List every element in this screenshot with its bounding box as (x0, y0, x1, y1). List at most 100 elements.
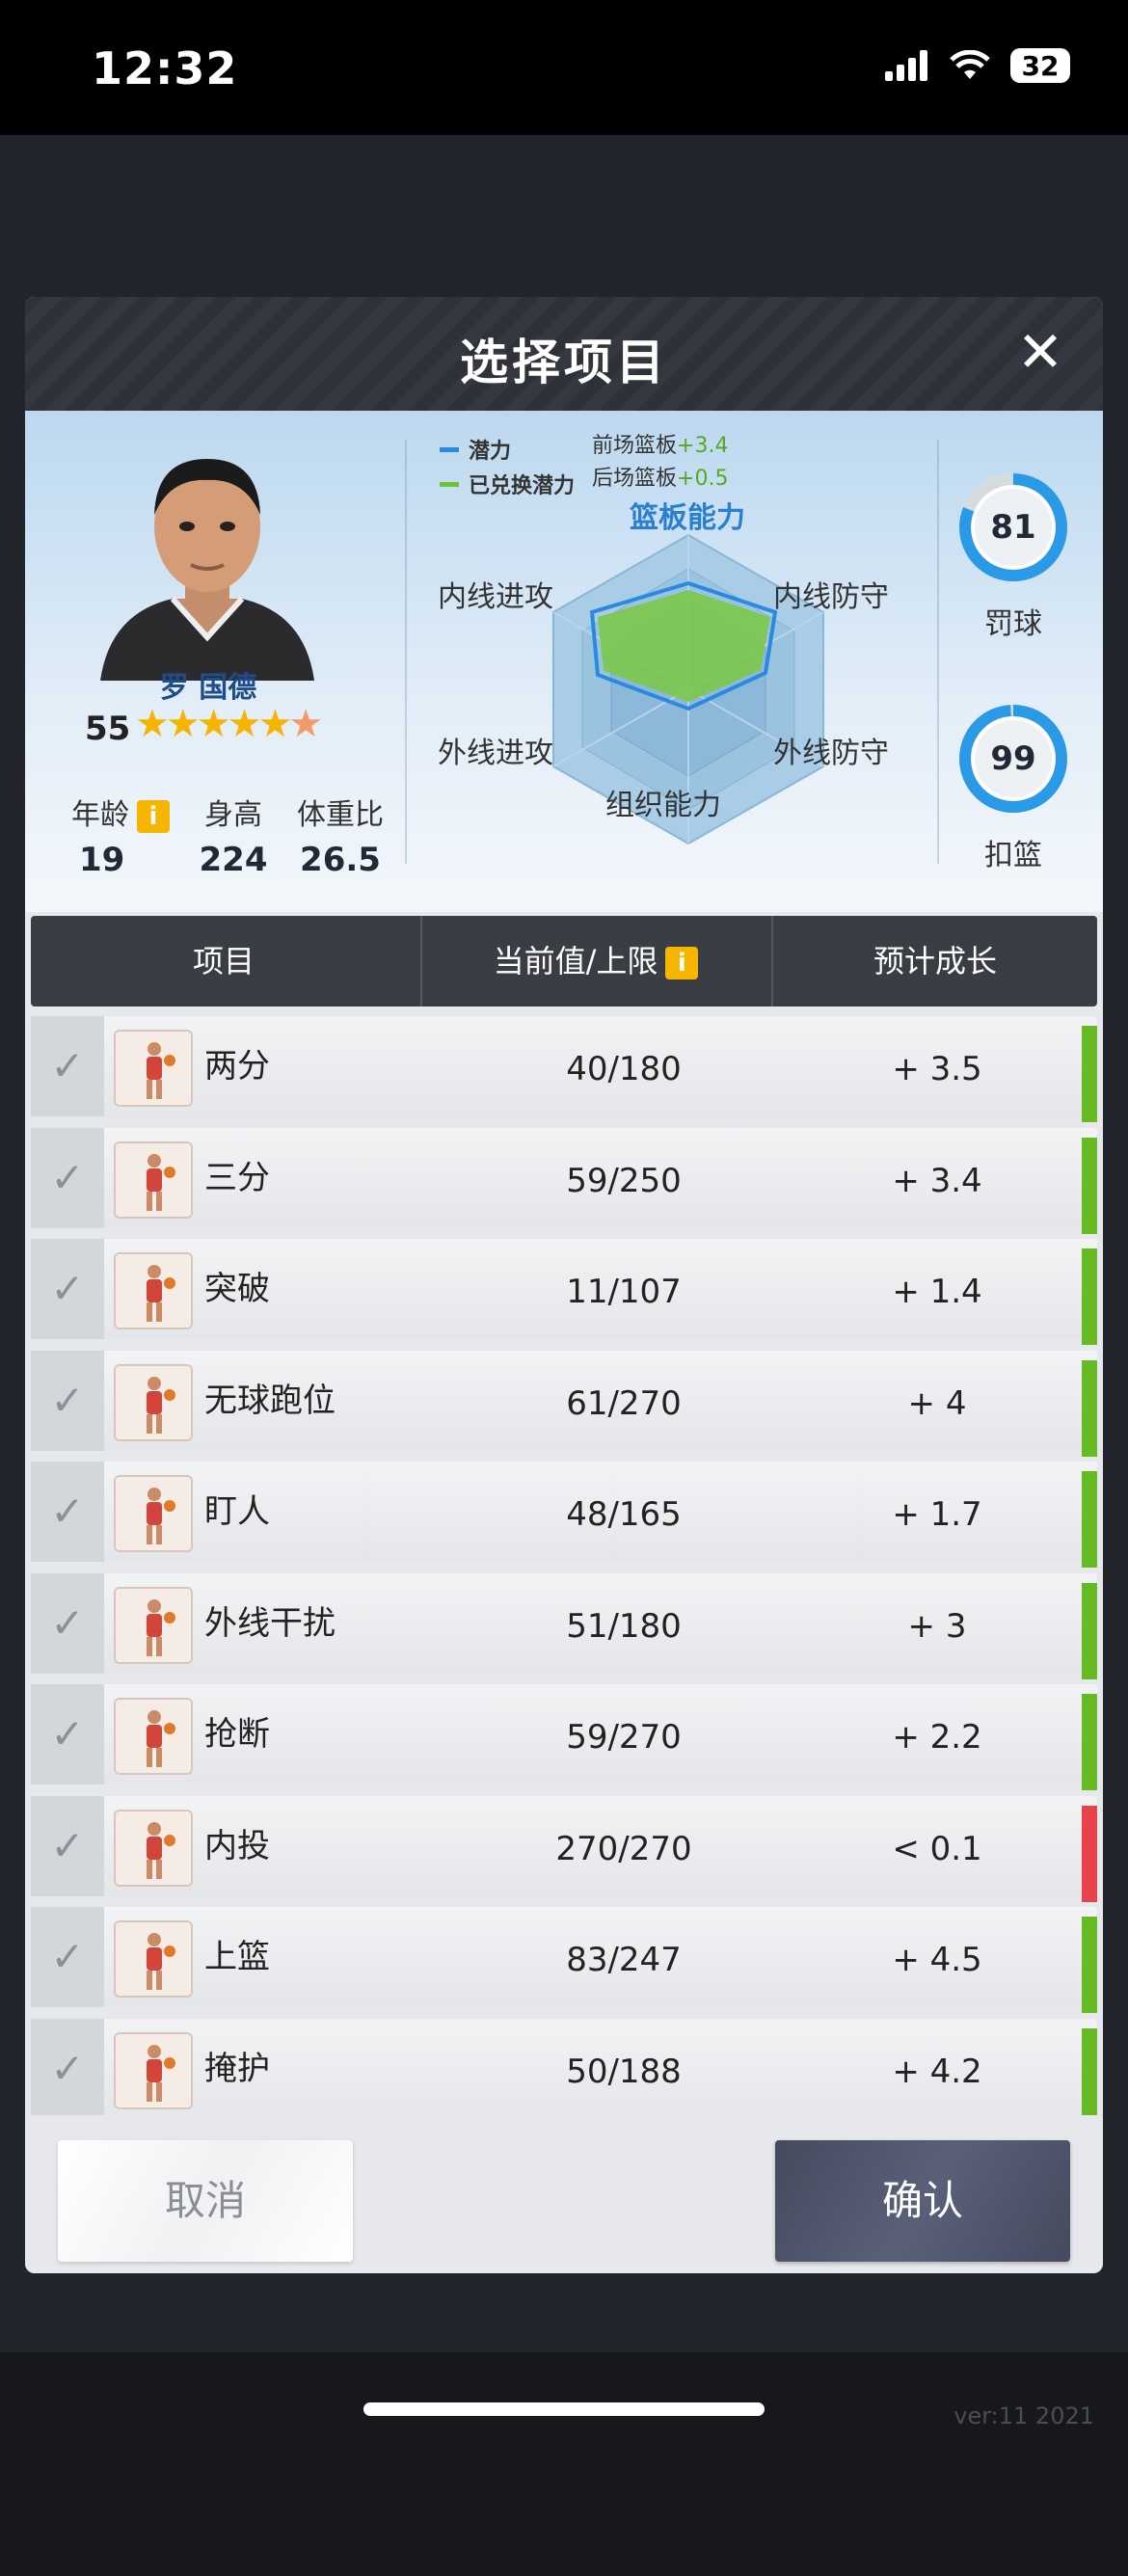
cancel-button[interactable]: 取消 (58, 2140, 353, 2262)
row-current-value: 51/180 (566, 1606, 682, 1646)
skill-icon (114, 1920, 193, 1998)
table-header: 项目 当前值/上限 i 预计成长 (31, 916, 1097, 1006)
row-growth: + 4.2 (892, 2052, 982, 2091)
row-growth: + 4.5 (892, 1941, 982, 1979)
free-throw-ring: 81 (959, 473, 1067, 581)
free-throw-label: 罚球 (984, 607, 1042, 641)
status-bar-indicator (1082, 2027, 1097, 2115)
info-icon[interactable]: i (137, 799, 170, 833)
height-label: 身高 (204, 798, 262, 832)
check-icon[interactable]: ✓ (31, 1795, 104, 1896)
back-rebound: 后场篮板+0.5 (592, 467, 729, 491)
radar-label-inside-offense: 内线进攻 (438, 580, 553, 614)
radar-label-organize: 组织能力 (605, 789, 721, 822)
table-row[interactable]: ✓ 突破 11/107 + 1.4 (31, 1239, 1097, 1345)
status-bar-indicator (1082, 1582, 1097, 1679)
player-name: 罗 国德 (159, 671, 257, 705)
legend-potential: 潜力 (440, 432, 575, 467)
age-value: 19 (79, 841, 125, 879)
check-icon[interactable]: ✓ (31, 1127, 104, 1228)
row-current-value: 11/107 (566, 1273, 682, 1311)
status-bar-indicator (1082, 1805, 1097, 1902)
dunk-ring: 99 (959, 705, 1067, 813)
signal-icon (885, 50, 927, 81)
player-rating: 55 (85, 710, 131, 748)
check-icon[interactable]: ✓ (31, 1907, 104, 2007)
skill-icon (114, 1252, 193, 1329)
row-item-name: 突破 (204, 1270, 270, 1308)
skill-icon (114, 1030, 193, 1107)
modal-title: 选择项目 (460, 335, 668, 390)
col-item: 项目 (192, 943, 255, 979)
table-row[interactable]: ✓ 外线干扰 51/180 + 3 (31, 1572, 1097, 1679)
row-item-name: 内投 (204, 1826, 270, 1865)
battery-icon: 32 (1010, 48, 1070, 83)
table-row[interactable]: ✓ 两分 40/180 + 3.5 (31, 1016, 1097, 1122)
close-icon[interactable]: ✕ (1007, 318, 1074, 386)
status-bar-indicator (1082, 1917, 1097, 2013)
check-icon[interactable]: ✓ (31, 1350, 104, 1451)
col-growth: 预计成长 (873, 943, 997, 979)
dunk-value: 99 (990, 739, 1035, 778)
skill-icon (114, 1140, 193, 1219)
row-item-name: 外线干扰 (204, 1603, 336, 1643)
player-avatar (100, 459, 314, 681)
row-item-name: 上篮 (204, 1938, 270, 1976)
weight-ratio-attr: 体重比 26.5 (278, 791, 403, 879)
item-list[interactable]: ✓ 两分 40/180 + 3.5 ✓ 三分 59/250 + 3.4 ✓ 突破 11/107 + 1… (31, 1016, 1097, 2115)
info-icon[interactable]: i (665, 947, 699, 979)
free-throw-value: 81 (990, 508, 1035, 547)
row-growth: + 2.2 (892, 1718, 982, 1757)
row-item-name: 掩护 (204, 2049, 270, 2088)
table-row[interactable]: ✓ 抢断 59/270 + 2.2 (31, 1684, 1097, 1790)
age-label: 年龄 (71, 798, 129, 832)
table-row[interactable]: ✓ 三分 59/250 + 3.4 (31, 1127, 1097, 1234)
home-indicator[interactable] (363, 2402, 765, 2416)
status-bar-indicator (1082, 1137, 1097, 1234)
row-current-value: 40/180 (566, 1050, 682, 1088)
table-row[interactable]: ✓ 掩护 50/188 + 4.2 (31, 2018, 1097, 2115)
skill-icon (114, 1698, 193, 1775)
radar-label-outside-offense: 外线进攻 (438, 737, 553, 770)
age-attr: 年龄 i 19 (67, 791, 174, 879)
skill-icon (114, 1586, 193, 1664)
table-row[interactable]: ✓ 内投 270/270 < 0.1 (31, 1795, 1097, 1902)
check-icon[interactable]: ✓ (31, 1572, 104, 1674)
wifi-icon (950, 50, 990, 79)
check-icon[interactable]: ✓ (31, 1684, 104, 1784)
row-item-name: 两分 (204, 1047, 270, 1086)
check-icon[interactable]: ✓ (31, 1016, 104, 1116)
version-label: ver:11 2021 (953, 2402, 1094, 2429)
row-growth: + 3 (907, 1606, 967, 1646)
select-item-modal: 选择项目 ✕ 罗 国德 55 ★★★★★★ 年龄i 19 身高 224 体重比 (25, 297, 1103, 2273)
row-current-value: 61/270 (566, 1383, 682, 1423)
row-growth: + 4 (907, 1383, 967, 1423)
row-growth: + 3.5 (892, 1050, 982, 1088)
legend-redeemed: 已兑换潜力 (440, 467, 575, 501)
skill-icon (114, 1809, 193, 1887)
row-current-value: 59/270 (566, 1718, 682, 1757)
bottom-nav-bar (0, 2352, 1128, 2576)
table-row[interactable]: ✓ 盯人 48/165 + 1.7 (31, 1462, 1097, 1568)
row-current-value: 83/247 (566, 1941, 682, 1979)
player-panel: 罗 国德 55 ★★★★★★ 年龄 i 19 身高 224 体重比 26.5 潜力… (25, 411, 1103, 912)
confirm-button[interactable]: 确认 (775, 2140, 1070, 2262)
check-icon[interactable]: ✓ (31, 1462, 104, 1562)
status-bar: 12:32 32 (0, 0, 1128, 135)
status-bar-indicator (1082, 1694, 1097, 1790)
front-rebound: 前场篮板+3.4 (592, 434, 729, 458)
check-icon[interactable]: ✓ (31, 2018, 104, 2115)
height-attr: 身高 224 (185, 791, 282, 879)
height-value: 224 (199, 841, 268, 879)
table-row[interactable]: ✓ 无球跑位 61/270 + 4 (31, 1350, 1097, 1457)
radar-legend: 潜力 已兑换潜力 (440, 432, 575, 501)
row-item-name: 三分 (204, 1158, 270, 1197)
table-row[interactable]: ✓ 上篮 83/247 + 4.5 (31, 1907, 1097, 2013)
weight-ratio-value: 26.5 (300, 841, 381, 879)
check-icon[interactable]: ✓ (31, 1239, 104, 1339)
row-growth: + 3.4 (892, 1161, 982, 1200)
status-icons: 32 (885, 48, 1070, 83)
radar-label-outside-defense: 外线防守 (773, 737, 889, 770)
row-growth: + 1.7 (892, 1495, 982, 1534)
row-current-value: 270/270 (555, 1829, 692, 1868)
